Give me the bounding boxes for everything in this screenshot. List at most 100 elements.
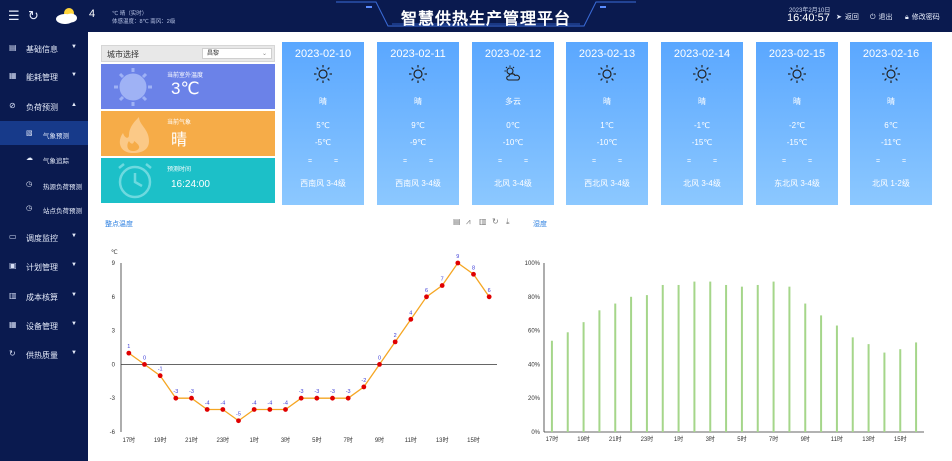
x-tick-label: 11时 <box>405 436 417 444</box>
sidebar-item-dispatch[interactable]: ▭ 调度监控 ▼ <box>0 223 88 251</box>
line-switch-icon[interactable]: ⩘ <box>466 217 471 227</box>
humidity-bar <box>630 296 633 432</box>
forecast-wind: 北风 3-4级 <box>683 179 721 188</box>
x-tick-label: 23时 <box>216 436 229 444</box>
forecast-date: 2023-02-14 <box>673 48 731 60</box>
forecast-high: -1℃ <box>693 121 711 130</box>
x-tick-label: 15时 <box>894 435 907 443</box>
x-tick-label: 9时 <box>375 436 384 444</box>
sidebar-subitem-weather-forecast[interactable]: ▧ 气象预测 <box>0 121 88 145</box>
temperature-point <box>298 395 304 401</box>
monitor-icon: ▭ <box>9 232 17 241</box>
temperature-value-label: 0 <box>143 355 146 361</box>
humidity-bar <box>614 303 617 432</box>
chevron-down-icon: ▼ <box>71 262 77 268</box>
temperature-value-label: -2 <box>361 378 366 384</box>
forecast-date: 2023-02-13 <box>578 48 636 60</box>
humidity-bar <box>645 295 648 432</box>
x-tick-label: 21时 <box>609 435 622 443</box>
y-tick-label: 40% <box>528 362 541 368</box>
humidity-bar <box>709 281 712 432</box>
download-icon[interactable]: ⤓ <box>506 217 510 227</box>
temperature-point <box>251 407 257 412</box>
x-tick-label: 3时 <box>281 436 290 444</box>
temperature-value-label: 1 <box>127 344 130 350</box>
sidebar-subitem-station-forecast[interactable]: ◷ 站点负荷预测 <box>0 196 88 220</box>
chevron-down-icon: ⌄ <box>261 51 267 57</box>
forecast-desc: 晴 <box>319 97 327 106</box>
wind-direction-marks: = = <box>497 158 539 165</box>
y-tick-label: 0% <box>531 430 540 436</box>
sidebar-item-cost[interactable]: ▥ 成本核算 ▼ <box>0 282 88 310</box>
forecast-high: 0℃ <box>506 121 520 130</box>
x-tick-label: 21时 <box>185 436 198 444</box>
humidity-bar <box>915 342 918 432</box>
temperature-point <box>377 362 382 367</box>
temperature-point <box>439 283 445 288</box>
sidebar-item-plan[interactable]: ▣ 计划管理 ▼ <box>0 252 88 280</box>
temperature-value-label: 9 <box>456 254 459 260</box>
restore-icon[interactable]: ↻ <box>492 217 499 226</box>
refresh-icon[interactable]: ↻ <box>28 8 39 24</box>
y-tick-label: -3 <box>110 396 116 402</box>
forecast-card: 2023-02-16 晴 6℃ -11℃ = = 北风 1-2级 <box>850 42 932 205</box>
temperature-line <box>128 262 490 422</box>
x-tick-label: 9时 <box>801 435 810 443</box>
sidebar-subitem-heat-source-forecast[interactable]: ◷ 热源负荷预测 <box>0 172 88 196</box>
humidity-bar <box>566 332 569 432</box>
page-title: 智慧供热生产管理平台 <box>400 11 571 28</box>
humidity-bar <box>772 281 775 432</box>
forecast-card: 2023-02-12 多云 0℃ -10℃ = = 北风 3-4级 <box>472 42 554 205</box>
bar-switch-icon[interactable]: ▥ <box>479 217 487 226</box>
forecast-card: 2023-02-10 晴 5℃ -5℃ = = 西南风 3-4级 <box>282 42 364 205</box>
forecast-low: -15℃ <box>691 138 713 147</box>
temperature-point <box>126 350 132 356</box>
sidebar-item-energy[interactable]: ▦ 能耗管理 ▼ <box>0 62 88 90</box>
x-tick-label: 17时 <box>546 435 559 443</box>
temperature-point <box>157 373 163 379</box>
document-icon: ▦ <box>9 71 17 80</box>
x-tick-label: 19时 <box>154 436 167 444</box>
y-tick-label: 6 <box>112 295 116 301</box>
sidebar-item-load-forecast[interactable]: ⊘ 负荷预测 ▲ <box>0 92 88 120</box>
temperature-point <box>204 407 210 412</box>
sidebar-item-equipment[interactable]: ▦ 设备管理 ▼ <box>0 311 88 339</box>
forecast-wind: 北风 3-4级 <box>494 179 532 188</box>
cloud-sun-icon <box>504 65 520 81</box>
forecast-wind: 东北风 3-4级 <box>774 179 820 188</box>
data-view-icon[interactable]: ▤ <box>453 217 461 226</box>
temperature-point <box>283 407 288 412</box>
chevron-down-icon: ▼ <box>71 233 77 239</box>
logout-button[interactable]: ⏻ 退出 <box>870 12 893 22</box>
back-button[interactable]: ➤ 返回 <box>836 12 859 22</box>
forecast-desc: 晴 <box>698 97 706 106</box>
sun-icon <box>314 65 332 83</box>
y-tick-label: 20% <box>528 396 541 402</box>
cloud-icon: ☁ <box>26 155 33 162</box>
hourly-temp-link[interactable]: 整点温度 <box>105 219 133 229</box>
forecast-high: 9℃ <box>411 121 425 130</box>
refresh-circle-icon: ↻ <box>9 349 16 358</box>
top-header: ☰ ↻ 4 ℃ 晴（实时） 体感温度：8℃ 南风：2级 智慧供热生产管理平台 2… <box>0 0 952 32</box>
sidebar-item-basic-info[interactable]: ▤ 基础信息 ▼ <box>0 34 88 62</box>
wind-direction-marks: = = <box>875 158 917 165</box>
city-select[interactable]: 昌黎 ⌄ <box>202 48 272 59</box>
wind-direction-marks: = = <box>307 158 349 165</box>
humidity-bar <box>820 315 823 432</box>
temperature-point <box>267 407 273 412</box>
forecast-card: 2023-02-14 晴 -1℃ -15℃ = = 北风 3-4级 <box>661 42 743 205</box>
forecast-card: 2023-02-11 晴 9℃ -9℃ = = 西南风 3-4级 <box>377 42 459 205</box>
humidity-bar <box>867 344 870 432</box>
humidity-link[interactable]: 湿度 <box>533 219 547 229</box>
forecast-card: 2023-02-15 晴 -2℃ -15℃ = = 东北风 3-4级 <box>756 42 838 205</box>
sidebar-subitem-weather-tracking[interactable]: ☁ 气象追踪 <box>0 146 88 170</box>
humidity-bar <box>550 340 553 432</box>
sun-icon <box>598 65 616 83</box>
menu-icon[interactable]: ☰ <box>8 8 20 24</box>
title-banner: 智慧供热生产管理平台 <box>336 0 636 28</box>
header-time: 16:40:57 <box>787 12 830 24</box>
y-tick-label: 80% <box>528 295 541 301</box>
sidebar-item-quality[interactable]: ↻ 供热质量 ▼ <box>0 340 88 368</box>
humidity-bar <box>740 286 743 432</box>
change-password-button[interactable]: 🔒︎ 修改密码 <box>905 12 940 22</box>
